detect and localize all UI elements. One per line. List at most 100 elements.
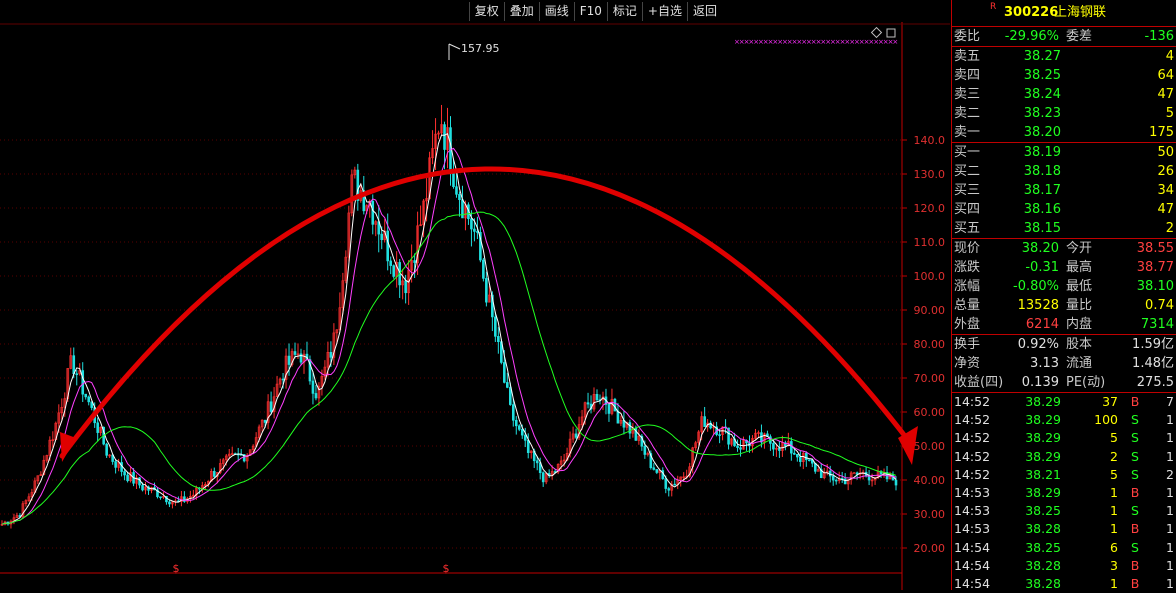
candle[interactable]: [757, 430, 760, 438]
candle[interactable]: [607, 404, 611, 422]
candle[interactable]: [377, 205, 381, 253]
trade-row[interactable]: 14:52 38.21 5 S 2: [952, 466, 1176, 484]
candle[interactable]: [592, 387, 596, 412]
candle[interactable]: [571, 426, 575, 443]
candle[interactable]: [799, 450, 802, 467]
candle[interactable]: [613, 397, 617, 412]
trade-row[interactable]: 14:52 38.29 100 S 1: [952, 411, 1176, 429]
info-markers[interactable]: ××××××××××××××××××××××××××××××××××: [734, 38, 898, 46]
candle[interactable]: [350, 169, 354, 217]
candle[interactable]: [284, 348, 288, 389]
candle[interactable]: [269, 391, 273, 415]
candle[interactable]: [392, 264, 395, 279]
candle[interactable]: [183, 491, 186, 503]
candle[interactable]: [39, 471, 43, 476]
candle[interactable]: [781, 435, 784, 457]
trade-row[interactable]: 14:52 38.29 2 S 1: [952, 448, 1176, 466]
candle[interactable]: [619, 415, 623, 427]
candle[interactable]: [21, 500, 25, 519]
candle[interactable]: [138, 477, 141, 489]
trade-row[interactable]: 14:52 38.29 37 B 7: [952, 393, 1176, 411]
candle[interactable]: [458, 191, 461, 217]
square-icon[interactable]: [886, 28, 896, 38]
candle[interactable]: [742, 436, 745, 450]
trade-row[interactable]: 14:53 38.29 1 B 1: [952, 484, 1176, 502]
kline-chart[interactable]: 140.0 130.0 120.0 110.0 100.0 90.00 80.00 70.00…: [0, 0, 950, 590]
candle[interactable]: [541, 471, 545, 487]
candle[interactable]: [212, 467, 216, 479]
candle[interactable]: [45, 454, 49, 463]
candle[interactable]: [201, 481, 204, 493]
candle[interactable]: [482, 257, 485, 282]
candle[interactable]: [230, 446, 234, 455]
candle[interactable]: [180, 490, 183, 507]
candle[interactable]: [670, 481, 674, 497]
ask-row[interactable]: 卖五 38.27 4: [952, 47, 1176, 66]
candle[interactable]: [861, 469, 865, 480]
candle[interactable]: [514, 416, 518, 435]
candle[interactable]: [802, 451, 805, 470]
candle[interactable]: [867, 470, 871, 486]
bid-row[interactable]: 买五 38.15 2: [952, 219, 1176, 238]
candle[interactable]: [374, 220, 378, 237]
candle[interactable]: [323, 360, 327, 380]
candle[interactable]: [87, 395, 91, 406]
candle[interactable]: [159, 496, 162, 500]
candle[interactable]: [431, 130, 434, 165]
candle[interactable]: [461, 185, 464, 219]
candle[interactable]: [637, 429, 641, 445]
candle[interactable]: [114, 459, 117, 474]
candle[interactable]: [479, 226, 482, 263]
candle[interactable]: [389, 256, 392, 275]
diamond-icon[interactable]: [870, 26, 883, 39]
ask-row[interactable]: 卖一 38.20 175: [952, 123, 1176, 142]
ask-row[interactable]: 卖三 38.24 47: [952, 85, 1176, 104]
candle[interactable]: [730, 437, 733, 447]
candle[interactable]: [27, 493, 31, 502]
candle[interactable]: [778, 441, 781, 458]
draw-line-button[interactable]: 画线: [538, 2, 574, 21]
overlay-button[interactable]: 叠加: [503, 2, 539, 21]
bid-row[interactable]: 买二 38.18 26: [952, 162, 1176, 181]
candle[interactable]: [703, 406, 706, 427]
candle[interactable]: [275, 375, 279, 398]
candle[interactable]: [446, 107, 449, 169]
add-watchlist-button[interactable]: +自选: [641, 2, 687, 21]
candle[interactable]: [831, 472, 835, 486]
candle[interactable]: [260, 419, 264, 432]
candle[interactable]: [667, 486, 671, 497]
candle[interactable]: [736, 439, 739, 452]
candle[interactable]: [769, 434, 772, 451]
candle[interactable]: [846, 479, 850, 491]
candle[interactable]: [709, 420, 712, 430]
candle[interactable]: [822, 467, 826, 480]
candle[interactable]: [81, 362, 85, 402]
candle[interactable]: [332, 323, 336, 366]
candle[interactable]: [628, 419, 632, 439]
candle[interactable]: [712, 422, 715, 435]
candle[interactable]: [784, 440, 787, 451]
candle[interactable]: [807, 459, 811, 462]
candle[interactable]: [395, 251, 398, 288]
candle[interactable]: [622, 410, 626, 435]
candle[interactable]: [852, 472, 856, 475]
candle[interactable]: [108, 454, 111, 458]
trade-row[interactable]: 14:54 38.28 1 B 1: [952, 575, 1176, 593]
trade-row[interactable]: 14:54 38.28 3 B 1: [952, 557, 1176, 575]
dividend-marker[interactable]: $: [443, 562, 450, 575]
candle[interactable]: [9, 519, 13, 529]
candle[interactable]: [694, 440, 697, 451]
candle[interactable]: [589, 395, 593, 414]
candle[interactable]: [0, 520, 4, 526]
candle[interactable]: [586, 392, 590, 409]
candle[interactable]: [36, 475, 40, 485]
candle[interactable]: [437, 130, 440, 140]
candle[interactable]: [440, 104, 443, 137]
candle[interactable]: [796, 454, 799, 462]
candle[interactable]: [574, 428, 578, 440]
trade-row[interactable]: 14:53 38.25 1 S 1: [952, 502, 1176, 520]
trade-row[interactable]: 14:53 38.28 1 B 1: [952, 520, 1176, 538]
candle[interactable]: [805, 451, 808, 467]
candle[interactable]: [529, 450, 533, 459]
candle[interactable]: [266, 394, 270, 430]
